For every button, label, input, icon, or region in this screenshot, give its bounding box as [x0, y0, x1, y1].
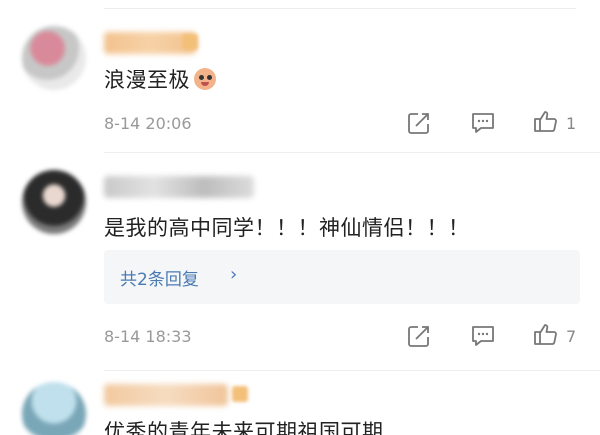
comment-divider	[104, 370, 600, 371]
comment-item-1: 浪漫至极 8-14 20:06 1	[0, 0, 600, 150]
comment-timestamp: 8-14 20:06	[104, 114, 192, 133]
comment-icon	[472, 326, 494, 346]
like-count: 7	[566, 327, 577, 346]
chevron-right-icon: ›	[230, 264, 238, 285]
share-icon	[408, 326, 429, 347]
replies-panel[interactable]: 共2条回复 ›	[104, 250, 580, 304]
like-count: 1	[566, 114, 577, 133]
username-blurred[interactable]	[104, 384, 228, 406]
share-icon	[408, 113, 429, 134]
thumbs-up-icon	[534, 324, 557, 345]
comment-text: 浪漫至极	[104, 64, 216, 94]
comment-text: 是我的高中同学！！！神仙情侣！！！	[104, 216, 470, 240]
share-button[interactable]	[406, 110, 432, 136]
smiling-face-emoji-icon	[194, 68, 216, 90]
user-badge-icon	[232, 386, 248, 402]
username-blurred[interactable]	[104, 176, 254, 198]
comment-icon	[472, 113, 494, 133]
like-button[interactable]	[532, 321, 558, 347]
comment-button[interactable]	[470, 323, 496, 349]
like-button[interactable]	[532, 108, 558, 134]
avatar[interactable]	[22, 382, 86, 435]
comment-item-2: 是我的高中同学！！！神仙情侣！！！ 共2条回复 › 8-14 18:33 7	[0, 150, 600, 372]
avatar[interactable]	[22, 170, 86, 234]
comment-timestamp: 8-14 18:33	[104, 327, 192, 346]
thumbs-up-icon	[534, 111, 557, 132]
avatar[interactable]	[22, 26, 86, 90]
comment-text: 优秀的青年未来可期祖国可期	[104, 420, 384, 435]
share-button[interactable]	[406, 323, 432, 349]
user-badge-icon	[182, 34, 198, 50]
comment-item-3: 优秀的青年未来可期祖国可期	[0, 372, 600, 435]
comment-button[interactable]	[470, 110, 496, 136]
view-replies-link[interactable]: 共2条回复	[120, 265, 199, 290]
